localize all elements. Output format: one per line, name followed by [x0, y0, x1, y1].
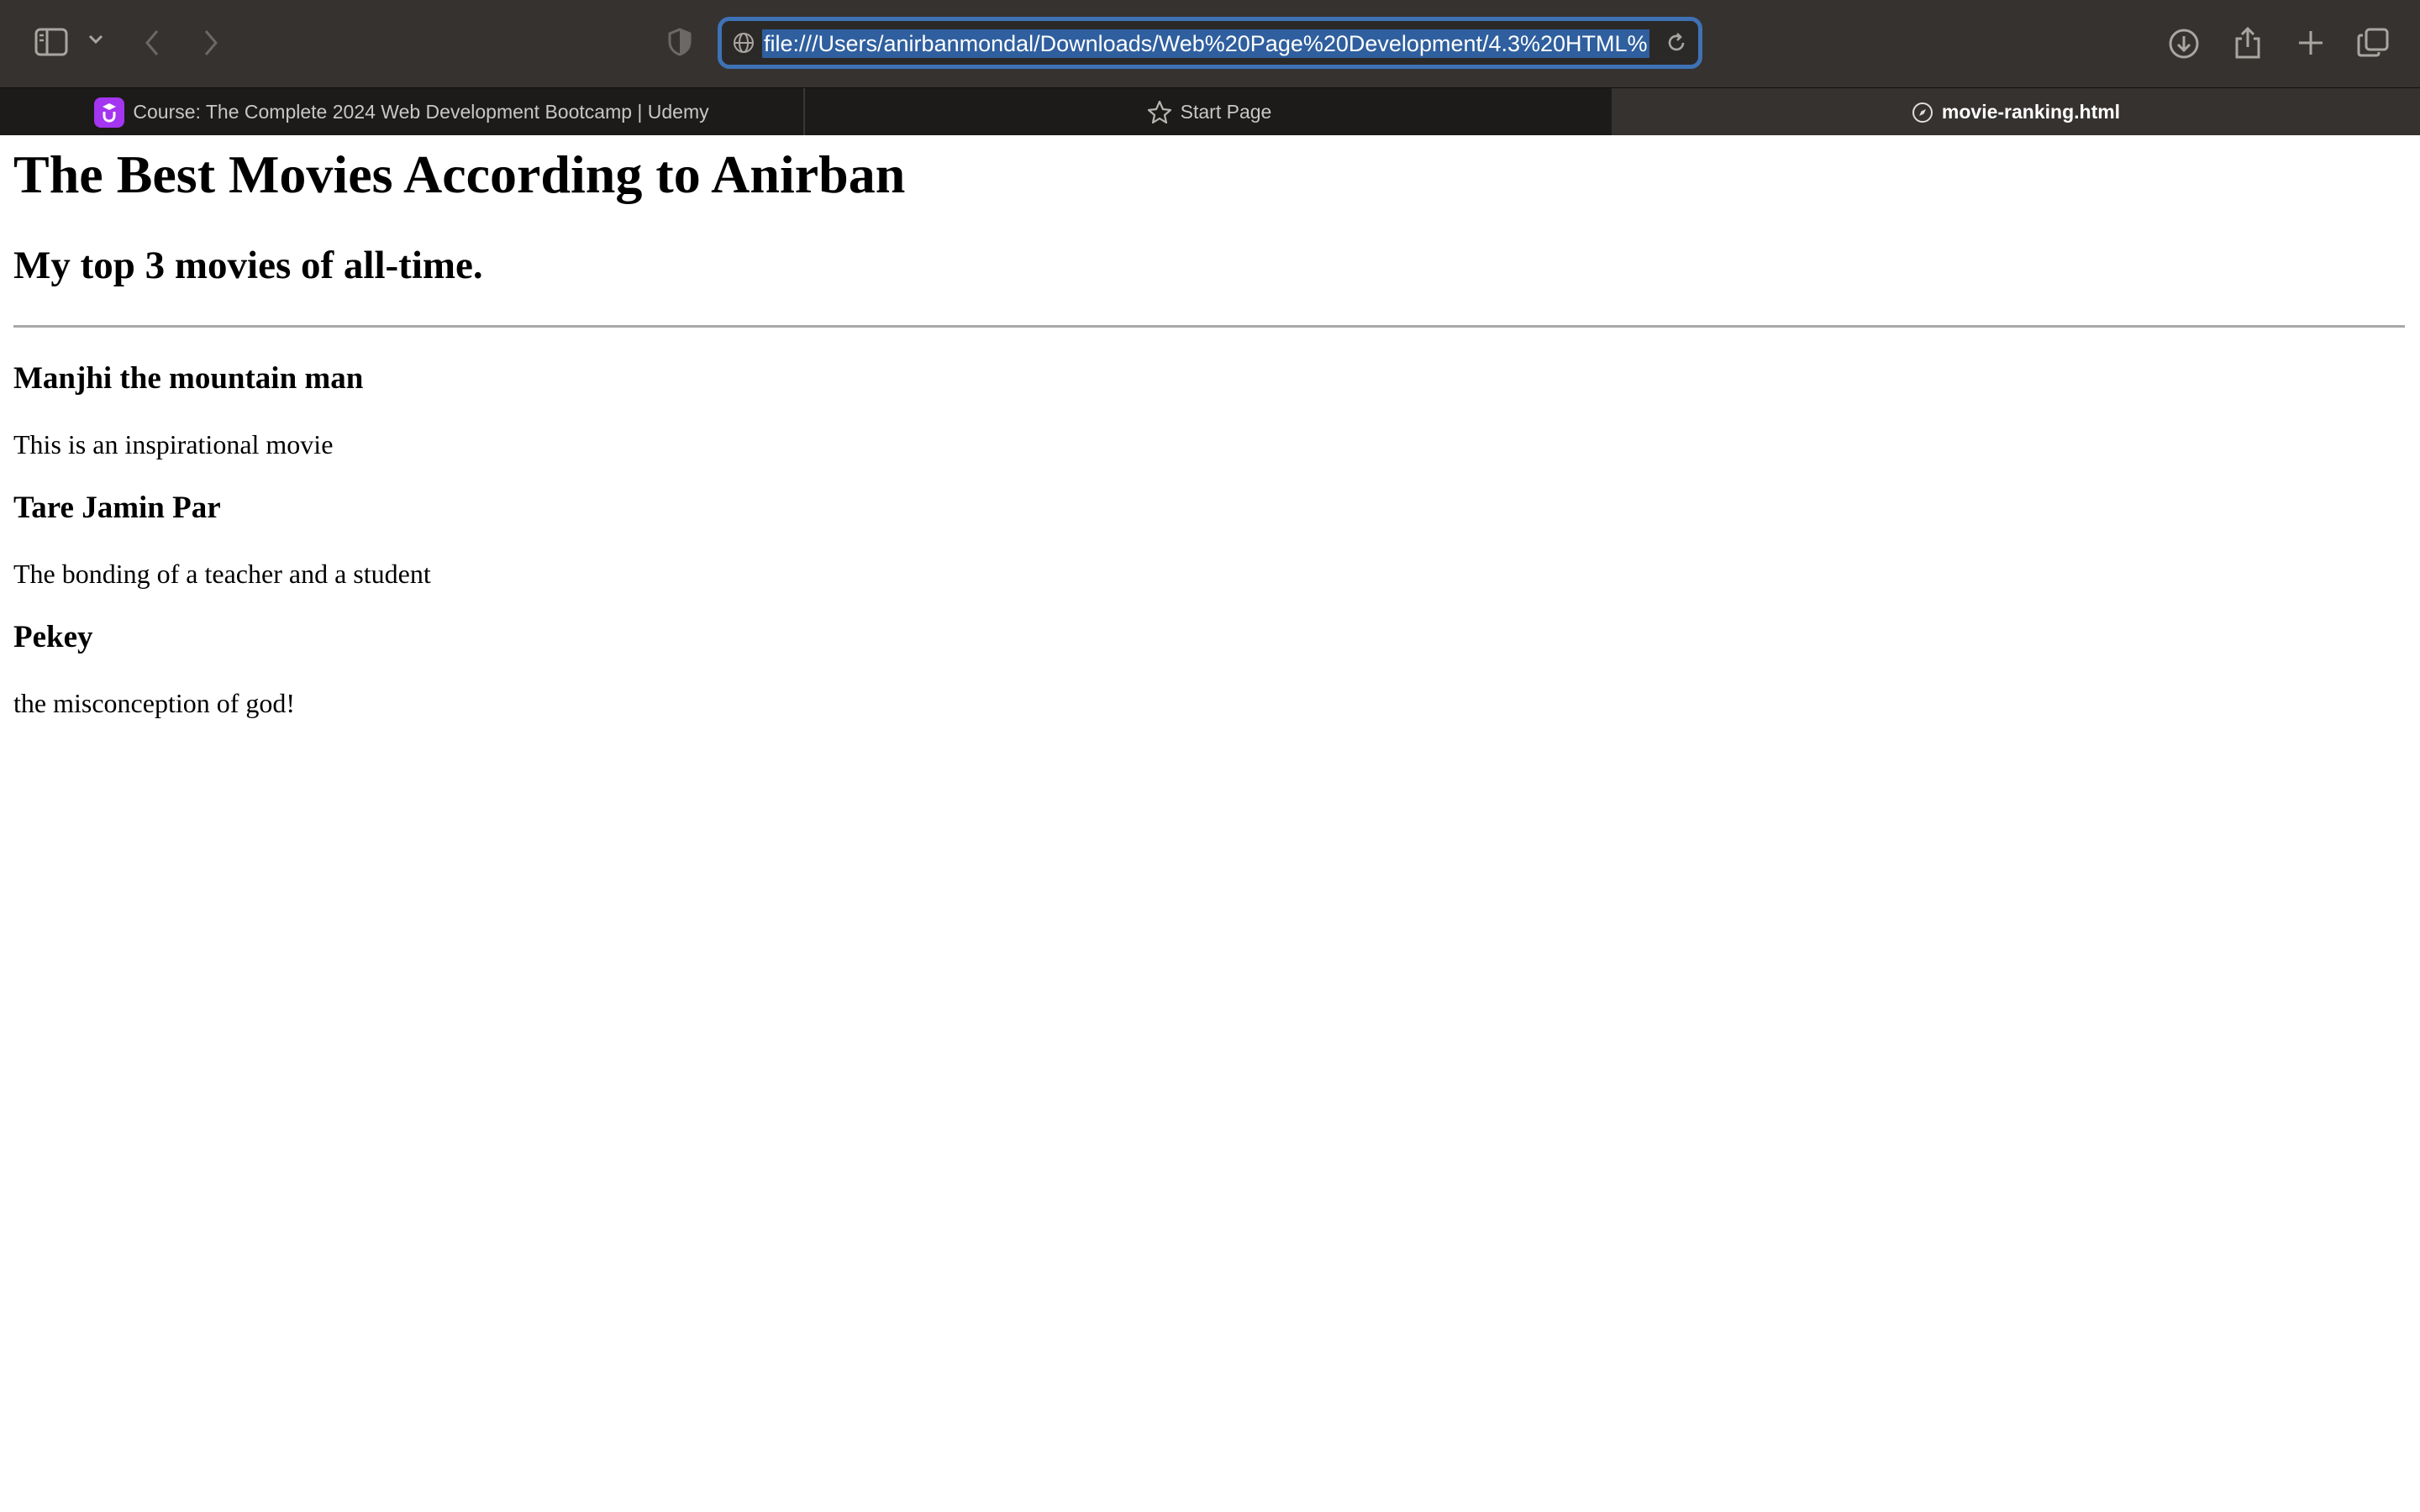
page-subtitle: My top 3 movies of all-time. — [13, 244, 483, 287]
reload-icon[interactable] — [1665, 31, 1688, 59]
tab-udemy-course[interactable]: Course: The Complete 2024 Web Developmen… — [0, 88, 805, 136]
movie-description: the misconception of god! — [13, 688, 296, 718]
web-page-content: The Best Movies According to Anirban My … — [0, 135, 2420, 1512]
tab-overview-icon[interactable] — [2356, 27, 2390, 59]
udemy-logo-icon — [94, 97, 125, 128]
forward-arrow-icon[interactable] — [202, 28, 220, 58]
chevron-down-icon[interactable] — [87, 34, 104, 45]
compass-icon — [1912, 102, 1933, 123]
tab-label: Course: The Complete 2024 Web Developmen… — [133, 101, 709, 123]
movie-title: Tare Jamin Par — [13, 491, 221, 525]
address-url-text[interactable]: file:///Users/anirbanmondal/Downloads/We… — [762, 29, 1649, 58]
tab-movie-ranking[interactable]: movie-ranking.html — [1612, 88, 2420, 136]
privacy-shield-icon[interactable] — [667, 27, 692, 57]
tab-bar: Course: The Complete 2024 Web Developmen… — [0, 87, 2420, 136]
movie-description: This is an inspirational movie — [13, 429, 334, 459]
tab-label: movie-ranking.html — [1941, 101, 2121, 123]
back-arrow-icon[interactable] — [143, 28, 161, 58]
sidebar-icon[interactable] — [34, 27, 69, 57]
divider — [13, 325, 2405, 328]
tab-start-page[interactable]: Start Page — [807, 88, 1612, 136]
tab-label: Start Page — [1180, 101, 1272, 123]
share-icon[interactable] — [2233, 25, 2262, 60]
new-tab-icon[interactable] — [2296, 28, 2326, 58]
address-bar[interactable]: file:///Users/anirbanmondal/Downloads/We… — [718, 17, 1702, 69]
page-title: The Best Movies According to Anirban — [13, 144, 906, 204]
movie-title: Manjhi the mountain man — [13, 361, 364, 396]
star-icon — [1147, 100, 1172, 125]
movie-title: Pekey — [13, 620, 93, 654]
globe-icon — [733, 32, 755, 58]
download-icon[interactable] — [2168, 28, 2200, 60]
movie-description: The bonding of a teacher and a student — [13, 559, 431, 589]
browser-toolbar: file:///Users/anirbanmondal/Downloads/We… — [0, 0, 2420, 87]
